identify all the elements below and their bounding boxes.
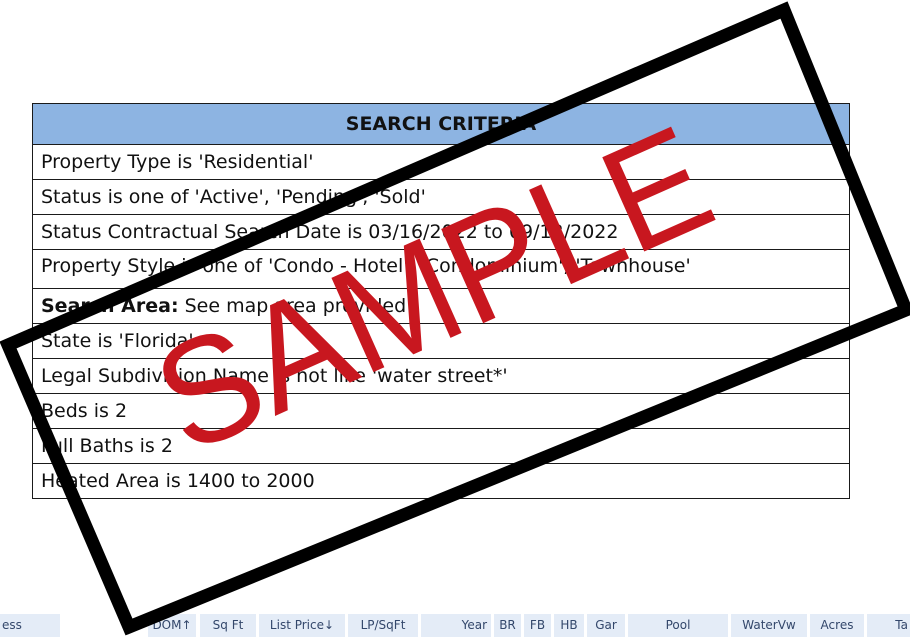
criteria-row: Property Style is one of 'Condo - Hotel'… <box>33 250 849 289</box>
criteria-row: Status Contractual Search Date is 03/16/… <box>33 215 849 250</box>
column-header-dom-label: DOM <box>152 618 182 632</box>
column-header-hb[interactable]: HB <box>554 614 584 637</box>
criteria-row: Legal Subdivision Name is not like 'wate… <box>33 359 849 394</box>
column-header-address[interactable]: ess <box>0 614 60 637</box>
criteria-row: Status is one of 'Active', 'Pending', 'S… <box>33 180 849 215</box>
column-header-fb[interactable]: FB <box>524 614 551 637</box>
arrow-up-icon: ↑ <box>181 618 192 632</box>
column-header-sqft[interactable]: Sq Ft <box>200 614 256 637</box>
criteria-row: Property Type is 'Residential' <box>33 145 849 180</box>
column-header-watervw[interactable]: WaterVw <box>731 614 807 637</box>
criteria-row: Full Baths is 2 <box>33 429 849 464</box>
criteria-row: Heated Area is 1400 to 2000 <box>41 470 315 492</box>
column-header-gar[interactable]: Gar <box>587 614 625 637</box>
column-header-year[interactable]: Year <box>421 614 491 637</box>
criteria-value-search-area: See map area provided <box>178 295 407 317</box>
arrow-down-icon: ↓ <box>324 618 335 632</box>
column-header-list-price[interactable]: List Price↓ <box>259 614 345 637</box>
column-header-br[interactable]: BR <box>494 614 521 637</box>
criteria-row: Beds is 2 <box>33 394 849 429</box>
column-header-dom[interactable]: DOM↑ <box>148 614 196 637</box>
column-header-ta[interactable]: Ta <box>867 614 910 637</box>
column-header-acres[interactable]: Acres <box>810 614 864 637</box>
criteria-row: Search Area: See map area provided <box>33 289 849 324</box>
column-header-list-price-label: List Price <box>269 618 324 632</box>
criteria-row: State is 'Florida' <box>33 324 849 359</box>
search-criteria-table: SEARCH CRITERIA Property Type is 'Reside… <box>32 103 850 499</box>
column-header-pool[interactable]: Pool <box>628 614 728 637</box>
column-header-lp-sqft[interactable]: LP/SqFt <box>348 614 418 637</box>
criteria-label-search-area: Search Area: <box>41 295 179 317</box>
criteria-title: SEARCH CRITERIA <box>33 104 849 145</box>
